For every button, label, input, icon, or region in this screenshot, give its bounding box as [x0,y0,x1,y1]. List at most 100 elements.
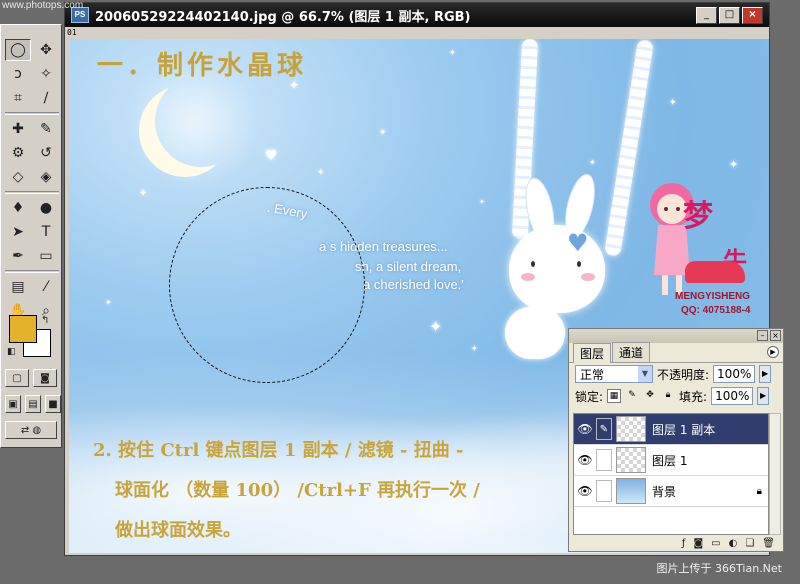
adjustment-layer-icon[interactable]: ◐ [729,538,738,549]
bunny-illustration [509,225,605,313]
layer-thumbnail [616,447,646,473]
new-layer-icon[interactable]: ❏ [745,538,754,549]
instruction-line: 做出球面效果。 [115,520,241,541]
chevron-down-icon: ▼ [638,366,652,382]
lock-label: 锁定: [575,389,604,404]
layer-list-scrollbar[interactable] [769,413,781,535]
moon-icon [155,75,247,167]
minimize-button[interactable]: _ [696,7,717,24]
default-colors-icon[interactable]: ◧ [7,347,16,357]
blend-mode-select[interactable]: 正常 ▼ [575,365,653,383]
trash-icon[interactable]: 🗑︎ [762,538,775,549]
swap-colors-icon[interactable]: ↰ [41,315,49,326]
lock-fill-row: 锁定: ▦ ✎ ✥ 🔒︎ 填充: 100% ▶ [569,385,783,407]
layer-row-background[interactable]: 👁︎ 背景 🔒︎ [574,476,768,507]
document-title-bar[interactable]: PS 20060529224402140.jpg @ 66.7% (图层 1 副… [65,3,769,27]
layer-mask-icon[interactable]: ◙ [693,538,703,549]
layer-row-copy[interactable]: 👁︎ ✎ 图层 1 副本 [574,414,768,445]
layer-name: 背景 [652,484,677,499]
eye-icon[interactable]: 👁︎ [574,422,596,436]
move-tool-icon[interactable]: ✥ [33,39,59,61]
star-icon: ✦ [589,158,596,167]
lock-position-icon[interactable]: ✥ [643,389,657,403]
circular-selection-marquee[interactable] [169,187,365,383]
rectangle-tool-icon[interactable]: ▭ [33,245,59,267]
star-icon: ✦ [479,198,485,206]
healing-brush-tool-icon[interactable]: ✚ [5,118,31,140]
fill-field[interactable]: 100% [711,387,754,405]
panel-menu-icon[interactable]: ▶ [767,346,779,358]
fill-slider-button[interactable]: ▶ [757,387,770,405]
quick-mask-mode-button[interactable]: ◙ [33,369,57,387]
slice-tool-icon[interactable]: ∕ [33,87,59,109]
marquee-tool-icon[interactable]: ◯ [5,39,31,61]
layer-set-icon[interactable]: ▭ [711,538,720,549]
tab-channels[interactable]: 通道 [612,342,651,362]
notes-tool-icon[interactable]: ▤ [5,276,31,298]
document-title: 20060529224402140.jpg @ 66.7% (图层 1 副本, … [95,9,471,25]
blend-mode-value: 正常 [580,367,605,382]
eraser-tool-icon[interactable]: ◇ [5,166,31,188]
window-controls: _ □ × [696,7,763,24]
instruction-line: 球面化 （数量 100） /Ctrl+F 再执行一次 / [115,480,480,501]
star-icon: ✦ [449,48,456,57]
instruction-line: 2. 按住 Ctrl 键点图层 1 副本 / 滤镜 - 扭曲 - [93,440,464,461]
opacity-slider-button[interactable]: ▶ [759,365,772,383]
close-button[interactable]: × [742,7,763,24]
star-icon: ✦ [729,158,739,171]
layer-name: 图层 1 副本 [652,422,716,437]
layers-panel-titlebar[interactable]: – × [569,329,783,343]
lock-all-icon[interactable]: 🔒︎ [661,389,675,403]
toolbox-panel: ◯ ✥ ↄ ✧ ⌗ ∕ ✚ ✎ ⚙ ↺ ◇ ◈ ♦ ● ➤ T ✒ ▭ ▤ ⁄ ✋ ⌕ ↰ ◧ ▢ ◙ ▣ ▤ ■ ⇄ ◍ [0,24,62,448]
standard-mode-button[interactable]: ▢ [5,369,29,387]
jump-to-imageready-button[interactable]: ⇄ ◍ [5,421,57,439]
star-icon: ✦ [105,298,112,307]
eyedropper-tool-icon[interactable]: ⁄ [33,276,59,298]
opacity-field[interactable]: 100% [713,365,756,383]
pen-tool-icon[interactable]: ✒ [5,245,31,267]
panel-minimize-button[interactable]: – [757,330,768,341]
brush-tool-icon[interactable]: ✎ [33,118,59,140]
full-screen-mode-button[interactable]: ■ [45,395,61,413]
eye-icon[interactable]: 👁︎ [574,453,596,467]
heart-icon: ♥ [265,148,278,164]
bunny-eye [531,261,535,267]
tool-separator [5,270,59,273]
paint-bucket-tool-icon[interactable]: ◈ [33,166,59,188]
tool-grid: ◯ ✥ ↄ ✧ ⌗ ∕ ✚ ✎ ⚙ ↺ ◇ ◈ ♦ ● ➤ T ✒ ▭ ▤ ⁄ ✋ ⌕ [5,39,59,322]
eye-icon[interactable]: 👁︎ [574,484,596,498]
link-box[interactable] [596,449,612,471]
path-selection-tool-icon[interactable]: ➤ [5,221,31,243]
lasso-tool-icon[interactable]: ↄ [5,63,31,85]
clone-stamp-tool-icon[interactable]: ⚙ [5,142,31,164]
layer-row-layer1[interactable]: 👁︎ 图层 1 [574,445,768,476]
maximize-button[interactable]: □ [719,7,740,24]
crop-tool-icon[interactable]: ⌗ [5,87,31,109]
magic-wand-tool-icon[interactable]: ✧ [33,63,59,85]
link-box[interactable] [596,480,612,502]
opacity-label: 不透明度: [657,367,710,382]
brush-link-icon[interactable]: ✎ [596,418,612,440]
lock-transparency-icon[interactable]: ▦ [607,389,622,403]
panel-footer: ƒ ◙ ▭ ◐ ❏ 🗑︎ [569,535,783,551]
screen-mode-row: ▣ ▤ ■ [5,395,61,413]
panel-close-button[interactable]: × [770,330,781,341]
bunny-legs [505,307,565,359]
blur-tool-icon[interactable]: ♦ [5,197,31,219]
dodge-tool-icon[interactable]: ● [33,197,59,219]
quote-line: a cherished love.' [363,277,464,292]
foreground-color-swatch[interactable] [9,315,37,343]
bunny-eye [577,261,581,267]
layer-style-icon[interactable]: ƒ [682,538,686,549]
tab-layers[interactable]: 图层 [573,343,612,363]
quote-line: sh, a silent dream, [355,259,462,274]
star-icon: ✦ [471,344,478,353]
star-icon: ✦ [429,317,443,336]
logo-qq: QQ: 4075188-4 [681,305,751,316]
full-screen-menu-mode-button[interactable]: ▤ [25,395,41,413]
star-icon: ✦ [317,168,325,178]
type-tool-icon[interactable]: T [33,221,59,243]
history-brush-tool-icon[interactable]: ↺ [33,142,59,164]
lock-image-icon[interactable]: ✎ [625,389,639,403]
standard-screen-mode-button[interactable]: ▣ [5,395,21,413]
